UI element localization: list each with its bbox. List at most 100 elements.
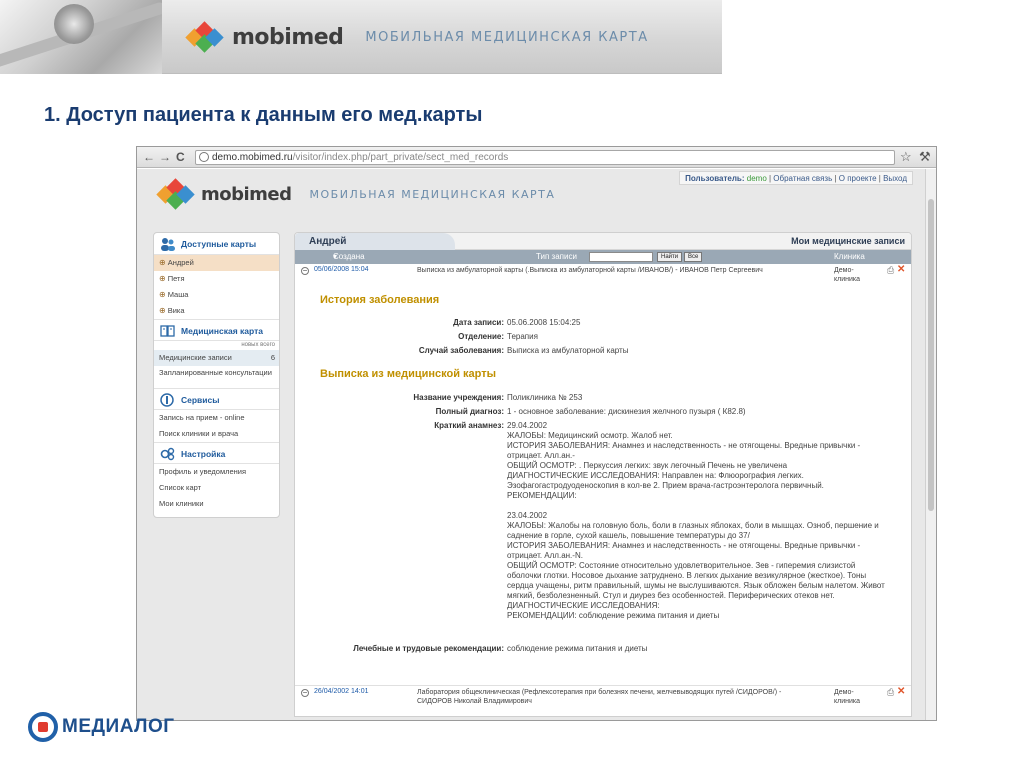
patient-name: Петя (167, 274, 185, 283)
sidebar-item-med-records[interactable]: Медицинские записи 6 (154, 350, 279, 366)
mobimed-brand-text: mobimed (232, 24, 344, 50)
patient-item-andrey[interactable]: ⊕ Андрей (154, 255, 279, 271)
anamnesis-line: 29.04.2002 (507, 421, 548, 430)
sidebar-item-find-clinic[interactable]: Поиск клиники и врача (154, 426, 279, 442)
anamnesis-line: РЕКОМЕНДАЦИИ: (507, 491, 577, 500)
url-path: /visitor/index.php/part_private/sect_med… (292, 152, 509, 163)
url-host: demo.mobimed.ru (212, 152, 293, 163)
sort-down-icon: ▾ (333, 252, 338, 261)
reload-icon[interactable]: C (176, 150, 185, 164)
address-bar[interactable]: demo.mobimed.ru/visitor/index.php/part_p… (195, 150, 895, 165)
anamnesis-line: 23.04.2002 (507, 511, 548, 520)
site-subtitle: МОБИЛЬНАЯ МЕДИЦИНСКАЯ КАРТА (309, 187, 556, 201)
field-label: Краткий анамнез: (434, 421, 504, 430)
anamnesis-line (507, 501, 887, 511)
patient-item-vika[interactable]: ⊕ Вика (154, 303, 279, 319)
collapse-icon[interactable]: − (301, 689, 309, 697)
info-icon (160, 393, 174, 407)
filter-bar: Создана ▾ Тип записи Найти Все Клиника (295, 250, 911, 264)
print-icon[interactable]: ⎙ (887, 265, 894, 276)
expand-icon: ⊕ (159, 258, 166, 267)
settings-title: Настройка (181, 449, 226, 459)
field-label: Дата записи: (453, 318, 504, 327)
anamnesis-line: ЖАЛОБЫ: Медицинский осмотр. Жалоб нет. (507, 431, 673, 440)
services-header: Сервисы (154, 388, 279, 410)
print-icon[interactable]: ⎙ (887, 687, 894, 698)
clinic-column-header: Клиника (834, 252, 865, 261)
mobimed-logo-icon (185, 21, 226, 53)
globe-icon (199, 152, 209, 162)
patient-item-petya[interactable]: ⊕ Петя (154, 271, 279, 287)
record-date-link[interactable]: 05/06/2008 15:04 (314, 266, 369, 273)
feedback-link[interactable]: Обратная связь (773, 174, 832, 183)
forward-icon[interactable]: → (159, 150, 171, 164)
anamnesis-line: ИСТОРИЯ ЗАБОЛЕВАНИЯ: Анамнез и наследств… (507, 441, 863, 460)
field-label: Лечебные и трудовые рекомендации: (353, 644, 504, 653)
settings-icon (160, 447, 175, 461)
all-button[interactable]: Все (684, 252, 703, 262)
record-description: Лаборатория общеклиническая (Рефлексотер… (417, 689, 782, 705)
record-description: Выписка из амбулаторной карты (.Выписка … (417, 267, 763, 274)
user-bar: Пользователь: demo | Обратная связь | О … (679, 171, 913, 185)
sidebar-item-online-appointment[interactable]: Запись на прием - online (154, 410, 279, 426)
medcard-title: Медицинская карта (181, 326, 263, 336)
record-row-2[interactable]: − 26/04/2002 14:01 Лаборатория общеклини… (295, 685, 911, 716)
sidebar-item-planned[interactable]: Запланированные консультации (154, 366, 279, 388)
records-heading: Мои медицинские записи (791, 236, 905, 246)
record-type-input[interactable] (589, 252, 653, 262)
delete-icon[interactable]: ✕ (897, 264, 905, 275)
slide-banner: mobimed МОБИЛЬНАЯ МЕДИЦИНСКАЯ КАРТА (0, 0, 722, 74)
about-link[interactable]: О проекте (839, 174, 877, 183)
site-logo[interactable]: mobimed МОБИЛЬНАЯ МЕДИЦИНСКАЯ КАРТА (156, 178, 556, 210)
record-row[interactable]: − 05/06/2008 15:04 Выписка из амбулаторн… (295, 264, 911, 283)
star-icon[interactable]: ☆ (900, 150, 912, 164)
field-value: соблюдение режима питания и диеты (507, 644, 648, 653)
mobimed-logo: mobimed МОБИЛЬНАЯ МЕДИЦИНСКАЯ КАРТА (185, 21, 649, 53)
anamnesis-line: ДИАГНОСТИЧЕСКИЕ ИССЛЕДОВАНИЯ: Направлен … (507, 471, 824, 490)
record-row[interactable]: − 26/04/2002 14:01 Лаборатория общеклини… (295, 686, 911, 716)
browser-toolbar: ← → C demo.mobimed.ru/visitor/index.php/… (137, 147, 936, 168)
sidebar-item-my-clinics[interactable]: Мои клиники (154, 496, 279, 512)
patient-name: Андрей (167, 258, 194, 267)
page-content: Пользователь: demo | Обратная связь | О … (137, 169, 925, 720)
field-label: Название учреждения: (413, 393, 504, 402)
record-type-label: Тип записи (536, 252, 577, 261)
collapse-icon[interactable]: − (301, 267, 309, 275)
browser-window: ← → C demo.mobimed.ru/visitor/index.php/… (136, 146, 937, 721)
anamnesis-line: РЕКОМЕНДАЦИИ: соблюдение режима питания … (507, 611, 720, 620)
page-scrollbar[interactable] (925, 169, 936, 720)
anamnesis-line: ДИАГНОСТИЧЕСКИЕ ИССЛЕДОВАНИЯ: (507, 601, 660, 610)
user-label: Пользователь: (685, 174, 745, 183)
medialog-logo-icon (28, 712, 58, 742)
delete-icon[interactable]: ✕ (897, 686, 905, 697)
anamnesis-text: 29.04.2002 ЖАЛОБЫ: Медицинский осмотр. Ж… (507, 421, 887, 621)
anamnesis-line: ОБЩИЙ ОСМОТР: . Перкуссия легких: звук л… (507, 461, 788, 470)
logout-link[interactable]: Выход (883, 174, 907, 183)
patient-tab[interactable]: Андрей (295, 233, 455, 250)
created-label: Создана (333, 252, 365, 261)
records-tabbar: Андрей Мои медицинские записи (295, 233, 911, 250)
user-name[interactable]: demo (747, 174, 767, 183)
sidebar-item-card-list[interactable]: Список карт (154, 480, 279, 496)
available-cards-header: Доступные карты (154, 233, 279, 255)
settings-header: Настройка (154, 442, 279, 464)
patient-item-masha[interactable]: ⊕ Маша (154, 287, 279, 303)
record-date-link[interactable]: 26/04/2002 14:01 (314, 688, 369, 695)
med-records-count: 6 (270, 353, 275, 362)
wrench-icon[interactable]: ⚒ (919, 150, 931, 164)
available-cards-title: Доступные карты (181, 239, 257, 249)
med-records-label: Медицинские записи (159, 353, 232, 362)
expand-icon: ⊕ (159, 274, 166, 283)
extract-section-title: Выписка из медицинской карты (320, 368, 496, 380)
expand-icon: ⊕ (159, 290, 166, 299)
patient-name: Вика (167, 306, 185, 315)
history-section-title: История заболевания (320, 294, 440, 306)
slide-title: 1. Доступ пациента к данным его мед.карт… (44, 104, 483, 126)
back-icon[interactable]: ← (143, 150, 155, 164)
scrollbar-thumb[interactable] (928, 199, 934, 511)
find-button[interactable]: Найти (657, 252, 683, 262)
medialog-brand-text: МЕДИАЛОГ (62, 716, 175, 737)
field-value: 05.06.2008 15:04:25 (507, 318, 581, 327)
book-icon (160, 325, 175, 337)
sidebar-item-profile[interactable]: Профиль и уведомления (154, 464, 279, 480)
